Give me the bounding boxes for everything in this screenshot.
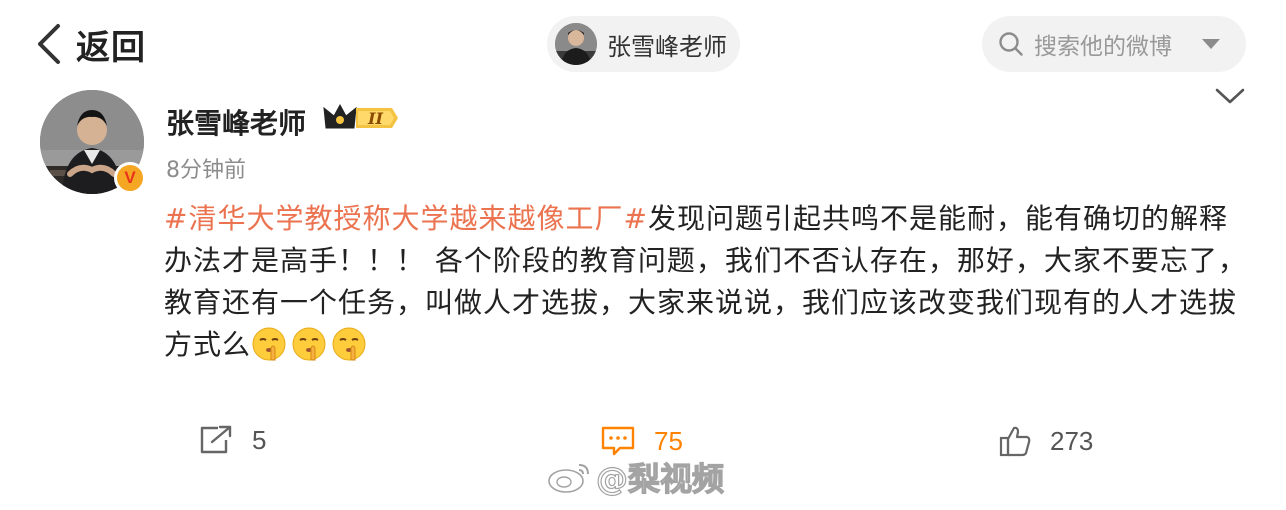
user-pill[interactable]: 张雪峰老师	[547, 16, 740, 72]
avatar	[555, 23, 597, 65]
author-avatar[interactable]: V	[40, 90, 146, 194]
thumbs-up-icon	[999, 426, 1031, 457]
member-crown-badge[interactable]: II	[322, 102, 400, 138]
like-button[interactable]: 273	[998, 424, 1093, 458]
verified-badge: V	[114, 162, 146, 194]
user-pill-name: 张雪峰老师	[607, 32, 727, 61]
repost-count: 5	[252, 424, 267, 455]
chevron-left-icon	[38, 24, 60, 64]
post-timestamp: 8分钟前	[166, 158, 246, 183]
shush-emoji-icon	[332, 327, 366, 361]
author-name[interactable]: 张雪峰老师	[166, 102, 306, 142]
badge-level-text: II	[367, 109, 383, 128]
shush-emoji-icon	[252, 327, 286, 361]
repost-icon	[200, 425, 232, 454]
back-button[interactable]: 返回	[36, 20, 146, 68]
hashtag-link[interactable]: #清华大学教授称大学越来越像工厂#	[164, 202, 648, 235]
dropdown-caret-icon[interactable]	[1202, 38, 1220, 50]
verified-mark: V	[124, 168, 136, 187]
expand-menu-button[interactable]	[1214, 86, 1246, 110]
watermark: @梨视频	[546, 454, 725, 500]
comment-count: 75	[654, 425, 683, 456]
repost-button[interactable]: 5	[198, 424, 266, 456]
search-icon	[998, 31, 1024, 57]
shush-emoji-icon	[292, 327, 326, 361]
post-text: #清华大学教授称大学越来越像工厂#发现问题引起共鸣不是能耐，能有确切的解释办法才…	[164, 198, 1254, 366]
back-label: 返回	[76, 27, 146, 68]
like-count: 273	[1050, 425, 1094, 456]
search-input[interactable]: 搜索他的微博	[982, 16, 1246, 72]
search-placeholder: 搜索他的微博	[1034, 34, 1172, 60]
top-bar: 返回 张雪峰老师 搜索他的微博	[0, 0, 1286, 88]
weibo-logo-icon	[548, 464, 589, 493]
post-card: V 张雪峰老师 II 8分钟前 #清华大学教授称大学越来越像工厂#发现问题引起共…	[0, 88, 1286, 510]
comment-button[interactable]: 75	[600, 424, 683, 458]
chevron-down-icon	[1215, 88, 1245, 104]
comment-icon	[601, 426, 635, 456]
watermark-text: @梨视频	[595, 459, 725, 498]
